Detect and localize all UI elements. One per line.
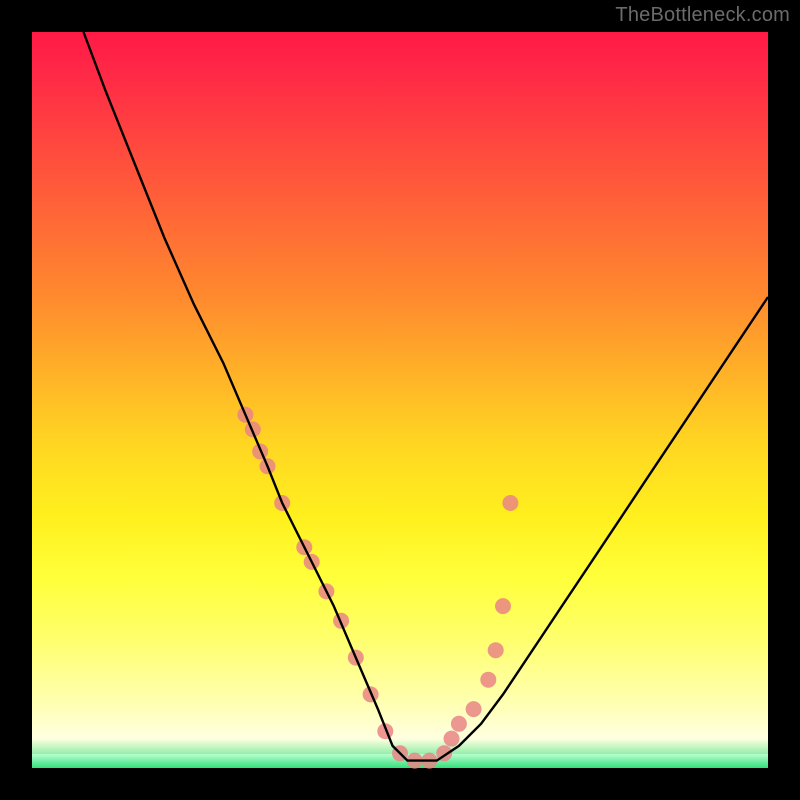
marker-dot	[466, 701, 482, 717]
plot-area	[32, 32, 768, 768]
marker-dot	[451, 716, 467, 732]
marker-dot	[495, 598, 511, 614]
chart-stage: TheBottleneck.com	[0, 0, 800, 800]
markers-group	[237, 407, 518, 769]
curve-layer	[32, 32, 768, 768]
marker-dot	[488, 642, 504, 658]
marker-dot	[502, 495, 518, 511]
bottleneck-curve	[84, 32, 769, 761]
marker-dot	[444, 731, 460, 747]
marker-dot	[480, 672, 496, 688]
watermark-label: TheBottleneck.com	[615, 4, 790, 27]
